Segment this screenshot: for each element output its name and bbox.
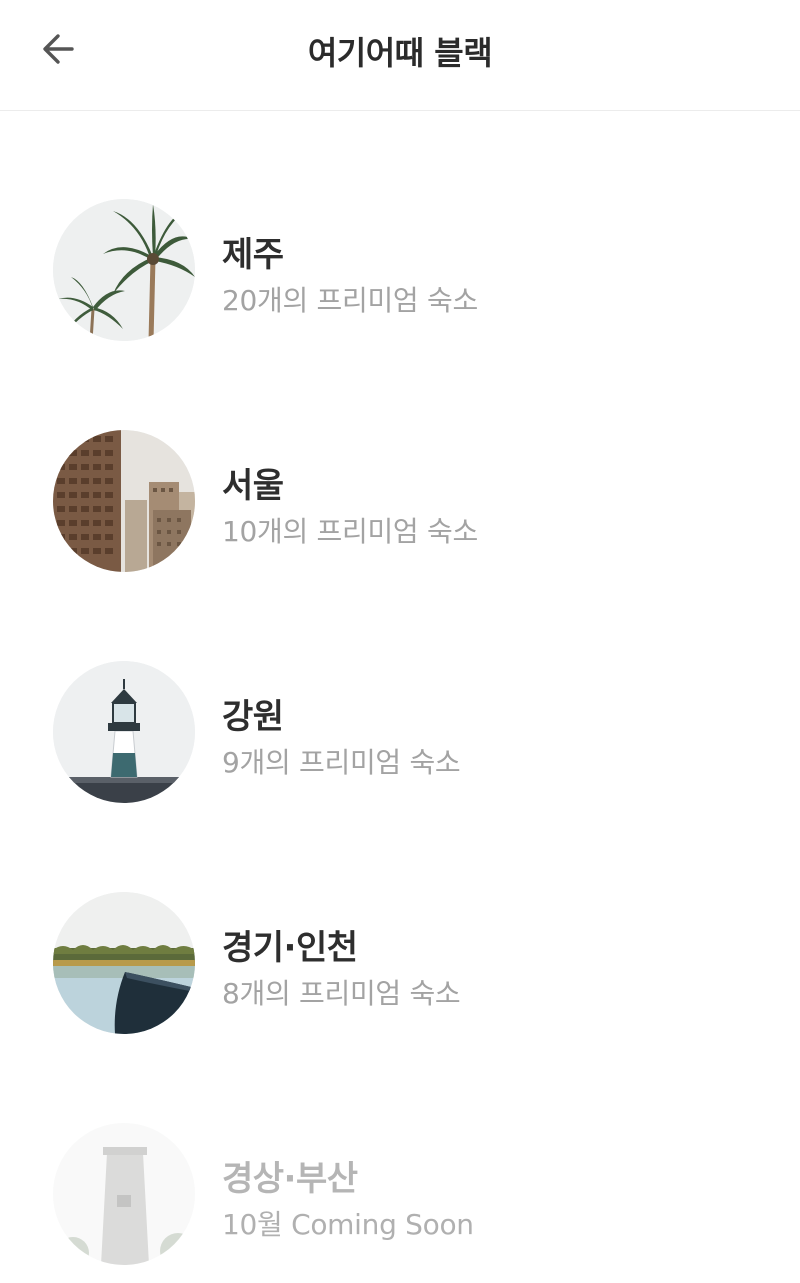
region-subtitle: 10개의 프리미엄 숙소 bbox=[222, 515, 478, 548]
region-item-gyeonggi-incheon[interactable]: 경기·인천 8개의 프리미엄 숙소 bbox=[0, 892, 800, 1052]
region-name: 제주 bbox=[222, 235, 284, 275]
page-title: 여기어때 블랙 bbox=[307, 34, 493, 72]
region-item-gangwon[interactable]: 강원 9개의 프리미엄 숙소 bbox=[0, 661, 800, 821]
region-thumbnail-gyeongsang-busan bbox=[53, 1123, 195, 1265]
region-subtitle: 20개의 프리미엄 숙소 bbox=[222, 284, 478, 317]
region-name: 서울 bbox=[222, 466, 284, 506]
app-header: 여기어때 블랙 bbox=[0, 0, 800, 111]
region-thumbnail-jeju bbox=[53, 199, 195, 341]
region-subtitle: 10월 Coming Soon bbox=[222, 1208, 474, 1241]
region-subtitle: 9개의 프리미엄 숙소 bbox=[222, 746, 461, 779]
region-item-jeju[interactable]: 제주 20개의 프리미엄 숙소 bbox=[0, 199, 800, 359]
region-thumbnail-gangwon bbox=[53, 661, 195, 803]
region-thumbnail-seoul bbox=[53, 430, 195, 572]
region-subtitle: 8개의 프리미엄 숙소 bbox=[222, 977, 461, 1010]
region-name: 경기·인천 bbox=[222, 928, 358, 968]
region-name: 경상·부산 bbox=[222, 1159, 358, 1199]
region-item-gyeongsang-busan: 경상·부산 10월 Coming Soon bbox=[0, 1123, 800, 1283]
region-thumbnail-gyeonggi-incheon bbox=[53, 892, 195, 1034]
region-item-seoul[interactable]: 서울 10개의 프리미엄 숙소 bbox=[0, 430, 800, 590]
region-name: 강원 bbox=[222, 697, 284, 737]
